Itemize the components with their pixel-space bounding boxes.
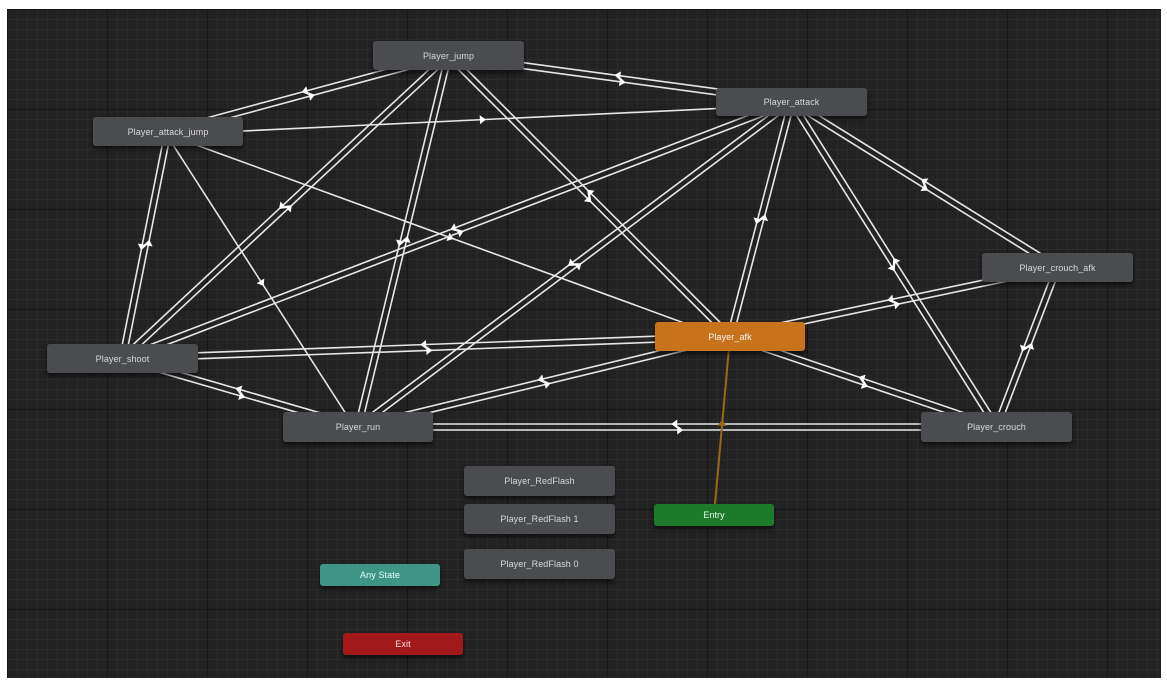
state-label: Player_crouch bbox=[967, 422, 1026, 432]
transition-attack-to-run[interactable] bbox=[355, 98, 791, 426]
state-label: Player_RedFlash 1 bbox=[500, 514, 579, 524]
transition-line[interactable] bbox=[792, 98, 1060, 266]
transition-attack-to-crouch[interactable] bbox=[788, 103, 995, 430]
transition-arrow-icon bbox=[887, 294, 895, 304]
state-label: Player_RedFlash 0 bbox=[500, 559, 579, 569]
state-player-attack-jump[interactable]: Player_attack_jump bbox=[93, 117, 243, 146]
transition-shoot-to-attack_jump[interactable] bbox=[124, 131, 172, 360]
transition-line[interactable] bbox=[732, 102, 796, 338]
state-label: Exit bbox=[395, 639, 411, 649]
transition-line[interactable] bbox=[450, 52, 733, 335]
state-exit[interactable]: Exit bbox=[343, 633, 463, 655]
state-player-jump[interactable]: Player_jump bbox=[373, 41, 524, 70]
state-player-redflash[interactable]: Player_RedFlash bbox=[464, 466, 615, 496]
state-label: Player_afk bbox=[708, 331, 752, 342]
transition-shoot-to-afk[interactable] bbox=[122, 338, 731, 363]
transition-arrow-icon bbox=[677, 425, 684, 435]
transition-attack_jump-to-shoot[interactable] bbox=[118, 130, 166, 359]
state-label: Any State bbox=[360, 570, 400, 580]
state-label: Player_attack_jump bbox=[127, 126, 209, 137]
transition-crouch-to-crouch_afk[interactable] bbox=[998, 268, 1062, 429]
state-label: Entry bbox=[703, 510, 725, 520]
transition-attack-to-crouch_afk[interactable] bbox=[789, 103, 1057, 271]
state-player-run[interactable]: Player_run bbox=[283, 412, 433, 442]
transition-jump-to-run[interactable] bbox=[354, 54, 447, 427]
transition-arrow-icon bbox=[671, 419, 678, 429]
animator-graph-canvas[interactable]: Player_jump Player_attack Player_attack_… bbox=[7, 9, 1161, 678]
transition-afk-to-attack[interactable] bbox=[732, 102, 796, 338]
transition-jump-to-shoot[interactable] bbox=[119, 52, 448, 357]
transition-line[interactable] bbox=[118, 130, 166, 359]
transition-afk-to-shoot[interactable] bbox=[122, 332, 730, 357]
transition-arrow-icon bbox=[717, 419, 727, 427]
state-player-shoot[interactable]: Player_shoot bbox=[47, 344, 198, 373]
transition-jump-to-afk[interactable] bbox=[445, 57, 729, 340]
transition-arrow-icon bbox=[479, 115, 486, 125]
transition-entry-to-afk[interactable] bbox=[713, 336, 731, 516]
transition-line[interactable] bbox=[726, 101, 790, 336]
transition-run-to-jump[interactable] bbox=[360, 56, 453, 428]
state-player-attack[interactable]: Player_attack bbox=[716, 88, 867, 116]
state-label: Player_jump bbox=[422, 50, 475, 61]
transition-attack-to-afk[interactable] bbox=[726, 101, 790, 336]
state-player-redflash-1[interactable]: Player_RedFlash 1 bbox=[464, 504, 615, 534]
transition-arrow-icon bbox=[426, 346, 433, 355]
transition-attack_jump-to-run[interactable] bbox=[164, 132, 357, 430]
transition-crouch-to-attack[interactable] bbox=[793, 99, 1000, 426]
state-entry[interactable]: Entry bbox=[654, 504, 774, 526]
transition-line[interactable] bbox=[789, 103, 1057, 271]
state-player-afk-default[interactable]: Player_afk bbox=[655, 322, 805, 351]
transition-arrow-icon bbox=[893, 300, 901, 310]
state-label: Player_run bbox=[335, 422, 381, 432]
state-label: Player_attack bbox=[763, 97, 820, 107]
transition-arrow-icon bbox=[568, 258, 576, 266]
transition-crouch_afk-to-attack[interactable] bbox=[792, 98, 1060, 266]
transition-arrow-icon bbox=[573, 263, 582, 271]
transition-line[interactable] bbox=[445, 57, 729, 340]
transition-crouch_afk-to-crouch[interactable] bbox=[992, 266, 1056, 427]
state-label: Player_crouch_afk bbox=[1019, 262, 1096, 273]
transition-shoot-to-jump[interactable] bbox=[123, 57, 452, 362]
transition-arrow-icon bbox=[420, 340, 427, 349]
transition-crouch-to-run[interactable] bbox=[358, 419, 997, 429]
state-player-crouch[interactable]: Player_crouch bbox=[921, 412, 1072, 442]
state-any-state[interactable]: Any State bbox=[320, 564, 440, 586]
state-player-redflash-0[interactable]: Player_RedFlash 0 bbox=[464, 549, 615, 579]
state-label: Player_RedFlash bbox=[504, 476, 575, 486]
state-label: Player_shoot bbox=[95, 353, 150, 364]
state-player-crouch-afk[interactable]: Player_crouch_afk bbox=[982, 253, 1133, 282]
transition-run-to-attack[interactable] bbox=[359, 103, 794, 431]
transition-line[interactable] bbox=[124, 131, 172, 360]
transition-afk-to-jump[interactable] bbox=[450, 52, 733, 335]
